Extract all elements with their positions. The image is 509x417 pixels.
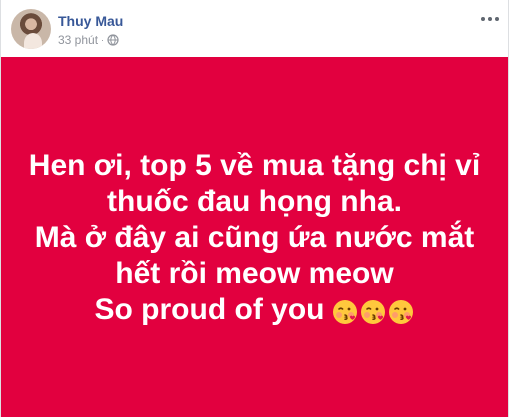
status-message: Hen ơi, top 5 về mua tặng chị vỉ thuốc đ… (25, 148, 484, 328)
status-line-5-with-emoji: So proud of you (25, 292, 484, 328)
post-timestamp[interactable]: 33 phút (58, 33, 98, 47)
kissing-face-emoji (389, 300, 414, 324)
status-line-3: Mà ở đây ai cũng ứa nước mắt (34, 221, 475, 254)
post-options-button[interactable] (481, 13, 499, 25)
kissing-face-emoji (361, 300, 386, 324)
emoji-group (332, 299, 414, 325)
globe-icon[interactable] (107, 34, 119, 46)
meta-separator: · (101, 35, 105, 45)
kissing-face-emoji (333, 300, 358, 324)
status-line-1: Hen ơi, top 5 về mua tặng chị vỉ (28, 149, 481, 182)
ellipsis-icon (481, 17, 499, 21)
status-line-2: thuốc đau họng nha. (107, 185, 402, 218)
post-meta: 33 phút · (58, 33, 119, 47)
facebook-post-card: Thuy Mau 33 phút · Hen ơi, top 5 về mua … (0, 0, 509, 417)
status-line-5: So proud of you (94, 293, 325, 326)
author-name-link[interactable]: Thuy Mau (58, 12, 123, 30)
status-line-4: hết rồi meow meow (115, 257, 394, 290)
author-avatar[interactable] (11, 9, 51, 49)
post-header: Thuy Mau 33 phút · (1, 0, 508, 57)
